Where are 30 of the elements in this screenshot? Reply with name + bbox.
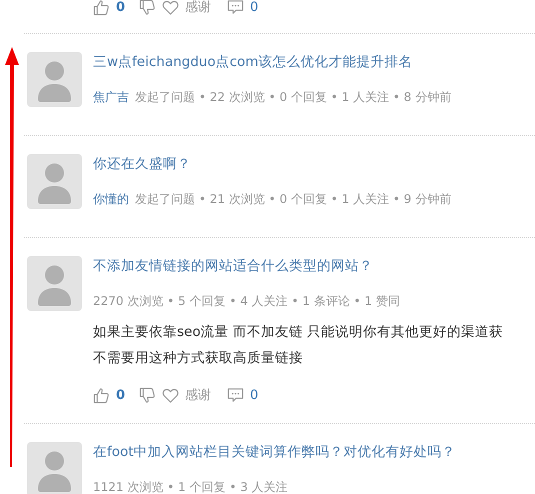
heart-icon[interactable]: [162, 0, 180, 16]
question-meta: 1121 次浏览 • 1 个回复 • 3 人关注: [93, 480, 288, 494]
comment-icon[interactable]: [227, 386, 244, 404]
author-link[interactable]: 焦广吉: [93, 90, 129, 104]
vote-count: 0: [116, 388, 126, 402]
question-meta: 发起了问题 • 21 次浏览 • 0 个回复 • 1 人关注 • 9 分钟前: [135, 192, 452, 206]
question-title[interactable]: 不添加友情链接的网站适合什么类型的网站？: [93, 256, 535, 276]
answer-text: 不需要用这种方式获取高质量链接: [93, 349, 304, 368]
answer-text: 如果主要依靠seo流量 而不加友链 只能说明你有其他更好的渠道获: [93, 323, 504, 342]
avatar: [27, 52, 82, 107]
thanks-label[interactable]: 感谢: [185, 386, 212, 404]
avatar: [27, 154, 82, 209]
heart-icon[interactable]: [162, 386, 180, 404]
question-title[interactable]: 三w点feichangduo点com该怎么优化才能提升排名: [93, 52, 535, 72]
author-link[interactable]: 你懂的: [93, 192, 129, 206]
question-title[interactable]: 在foot中加入网站栏目关键词算作弊吗？对优化有好处吗？: [93, 442, 535, 462]
avatar: [27, 442, 82, 494]
thumbs-up-icon[interactable]: [93, 0, 110, 16]
question-meta: 发起了问题 • 22 次浏览 • 0 个回复 • 1 人关注 • 8 分钟前: [135, 90, 452, 104]
thumbs-down-icon[interactable]: [139, 386, 156, 404]
vote-count: 0: [116, 0, 126, 14]
question-title[interactable]: 你还在久盛啊？: [93, 154, 535, 174]
comment-count: 0: [250, 0, 258, 14]
question-meta: 2270 次浏览 • 5 个回复 • 4 人关注 • 1 条评论 • 1 赞同: [93, 294, 400, 308]
thanks-label[interactable]: 感谢: [185, 0, 212, 16]
thumbs-down-icon[interactable]: [139, 0, 156, 16]
thumbs-up-icon[interactable]: [93, 386, 110, 404]
avatar: [27, 256, 82, 311]
comment-count: 0: [250, 388, 258, 402]
comment-icon[interactable]: [227, 0, 244, 16]
